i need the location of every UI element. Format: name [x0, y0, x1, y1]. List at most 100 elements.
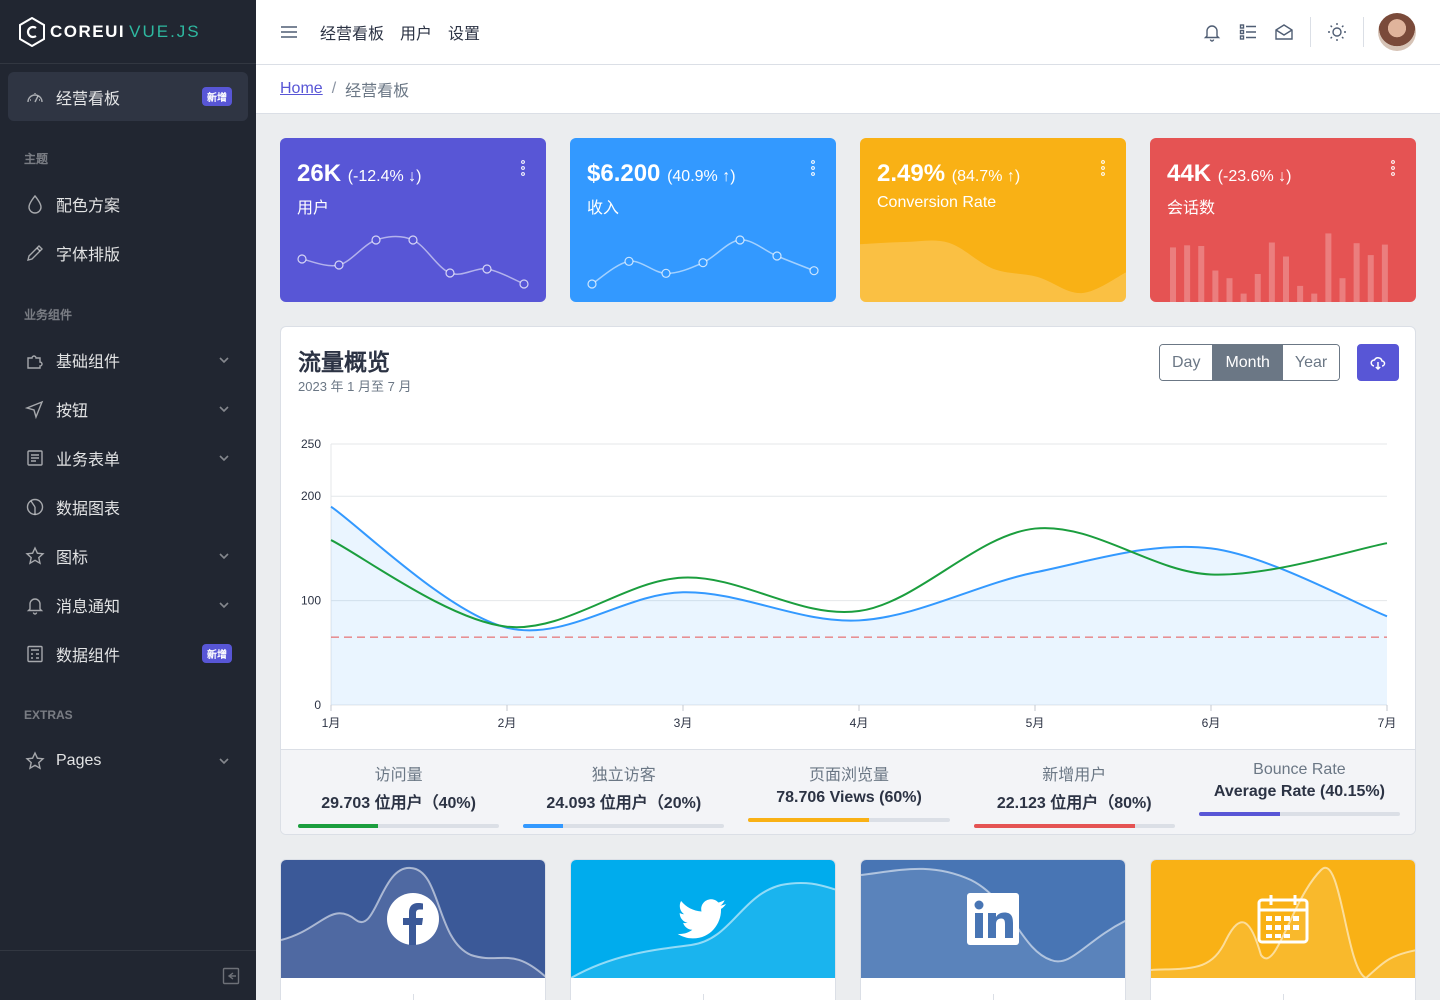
y-tick-label: 200 — [301, 489, 321, 503]
user-avatar[interactable] — [1378, 13, 1416, 51]
sparkline-point — [809, 266, 819, 276]
twitter-icon — [677, 899, 726, 939]
more-vertical-icon[interactable] — [810, 160, 816, 176]
header: 经营看板 用户 设置 — [256, 0, 1440, 65]
traffic-metrics: 访问量 29.703 位用户（40%) 独立访客 24.093 位用户（20%) 页面浏… — [281, 749, 1415, 834]
sidebar-item-colors[interactable]: 配色方案 — [8, 179, 248, 228]
sparkline-point — [772, 251, 782, 261]
widget-label: Conversion Rate — [877, 194, 997, 211]
metric-label: 访问量 — [374, 767, 423, 784]
social-card-header — [861, 860, 1125, 978]
sidebar-item-buttons[interactable]: 按钮 — [8, 384, 248, 433]
series-area — [331, 506, 1387, 705]
sparkline-bar — [1339, 278, 1346, 302]
metric-newusers: 新增用户 22.123 位用户（80%) — [973, 750, 1175, 834]
hamburger-menu-button[interactable] — [280, 23, 298, 41]
notifications-button[interactable] — [1194, 14, 1230, 50]
sparkline-area — [860, 240, 1126, 302]
sparkline-point — [371, 235, 381, 245]
social-facebook[interactable] — [280, 859, 546, 1000]
metric-bounce: Bounce Rate Average Rate (40.15%) — [1198, 750, 1401, 834]
brand[interactable]: COREUI VUE.JS — [0, 0, 256, 64]
metric-progress — [1198, 812, 1401, 816]
sparkline-point — [482, 264, 492, 274]
more-vertical-icon[interactable] — [1390, 160, 1396, 176]
metric-value: 24.093 位用户（20%) — [546, 795, 702, 812]
sparkline-point — [519, 279, 529, 289]
sparkline-point — [661, 268, 671, 278]
sidebar-item-base[interactable]: 基础组件 — [8, 335, 248, 384]
header-nav-users[interactable]: 用户 — [392, 20, 440, 44]
header-nav-dashboard[interactable]: 经营看板 — [312, 20, 392, 44]
social-twitter[interactable] — [570, 859, 836, 1000]
metric-progress — [298, 824, 500, 828]
star-icon — [24, 750, 46, 772]
sparkline-bar — [1311, 293, 1318, 302]
period-day-button[interactable]: Day — [1160, 345, 1214, 380]
more-vertical-icon[interactable] — [1100, 160, 1106, 176]
widget-value: $6.200 (40.9% ↑) — [587, 160, 736, 187]
cloud-download-icon — [1370, 356, 1386, 370]
widget-value: 26K (-12.4% ↓) — [297, 160, 422, 187]
sidebar-item-label: 按钮 — [56, 402, 89, 420]
social-card-header — [571, 860, 835, 978]
sparkline-bar — [1381, 244, 1388, 302]
nav-section-title: EXTRAS — [24, 708, 73, 722]
sparkline-bar — [1353, 243, 1360, 302]
chevron-down-icon — [218, 549, 232, 563]
card-subtitle: 2023 年 1 月至 7 月 — [298, 379, 412, 394]
header-nav: 经营看板 用户 设置 — [312, 20, 488, 44]
metric-value: 22.123 位用户（80%) — [996, 795, 1152, 812]
sidebar-item-dashboard[interactable]: 经营看板 新增 — [8, 72, 248, 121]
theme-toggle-button[interactable] — [1319, 14, 1355, 50]
sparkline-bar — [1268, 242, 1275, 302]
envelope-icon — [1275, 24, 1293, 40]
widget-sessions[interactable]: 44K (-23.6% ↓) 会话数 — [1150, 138, 1416, 302]
metric-value: 78.706 Views (60%) — [776, 789, 922, 806]
download-button[interactable] — [1357, 344, 1399, 381]
speedometer-icon — [24, 86, 46, 108]
chart-pie-icon — [24, 496, 46, 518]
sidebar-item-forms[interactable]: 业务表单 — [8, 433, 248, 482]
sparkline-point — [334, 260, 344, 270]
metric-progress — [748, 818, 950, 822]
social-card-divider — [993, 994, 994, 1000]
sparkline-bar — [1184, 245, 1191, 302]
widget-income-chart — [587, 235, 819, 289]
header-divider — [1310, 17, 1311, 47]
social-card-header — [281, 860, 545, 978]
widget-users[interactable]: 26K (-12.4% ↓) 用户 — [280, 138, 546, 302]
sidebar-item-widgets[interactable]: 数据组件 新增 — [8, 629, 248, 678]
sidebar-item-notifications[interactable]: 消息通知 — [8, 580, 248, 629]
sidebar-item-charts[interactable]: 数据图表 — [8, 482, 248, 531]
period-year-button[interactable]: Year — [1282, 345, 1340, 380]
sparkline-bar — [1212, 270, 1219, 302]
metric-label: Bounce Rate — [1253, 761, 1346, 778]
header-actions — [1194, 0, 1440, 64]
sparkline-point — [297, 254, 307, 264]
sidebar-item-label: 数据组件 — [56, 647, 121, 665]
sparkline-point — [408, 235, 418, 245]
sidebar-item-pages[interactable]: Pages — [8, 736, 248, 785]
header-nav-settings[interactable]: 设置 — [440, 20, 488, 44]
social-linkedin[interactable] — [860, 859, 1126, 1000]
sidebar-item-label: 配色方案 — [56, 197, 121, 215]
x-tick-label: 5月 — [1026, 716, 1045, 730]
bell-icon — [1203, 25, 1221, 42]
social-calendar[interactable] — [1150, 859, 1416, 1000]
widget-conversion[interactable]: 2.49% (84.7% ↑) Conversion Rate — [860, 138, 1126, 302]
sidebar-toggler[interactable] — [0, 950, 256, 1000]
y-tick-label: 0 — [314, 698, 321, 712]
messages-button[interactable] — [1266, 14, 1302, 50]
period-month-button[interactable]: Month — [1213, 345, 1283, 380]
widget-value: 44K (-23.6% ↓) — [1167, 160, 1292, 187]
sidebar-item-typography[interactable]: 字体排版 — [8, 228, 248, 277]
widget-income[interactable]: $6.200 (40.9% ↑) 收入 — [570, 138, 836, 302]
x-tick-label: 1月 — [322, 716, 341, 730]
sidebar-item-icons[interactable]: 图标 — [8, 531, 248, 580]
widget-conversion-chart — [860, 240, 1126, 302]
breadcrumb-home-link[interactable]: Home — [280, 80, 323, 98]
tasks-button[interactable] — [1230, 14, 1266, 50]
sidebar-nav: 经营看板 新增 主题 配色方案 字体排版 业务组件 基础组件 按钮 业务表单 数据图表 图标 消息通知… — [0, 64, 256, 785]
more-vertical-icon[interactable] — [520, 160, 526, 176]
